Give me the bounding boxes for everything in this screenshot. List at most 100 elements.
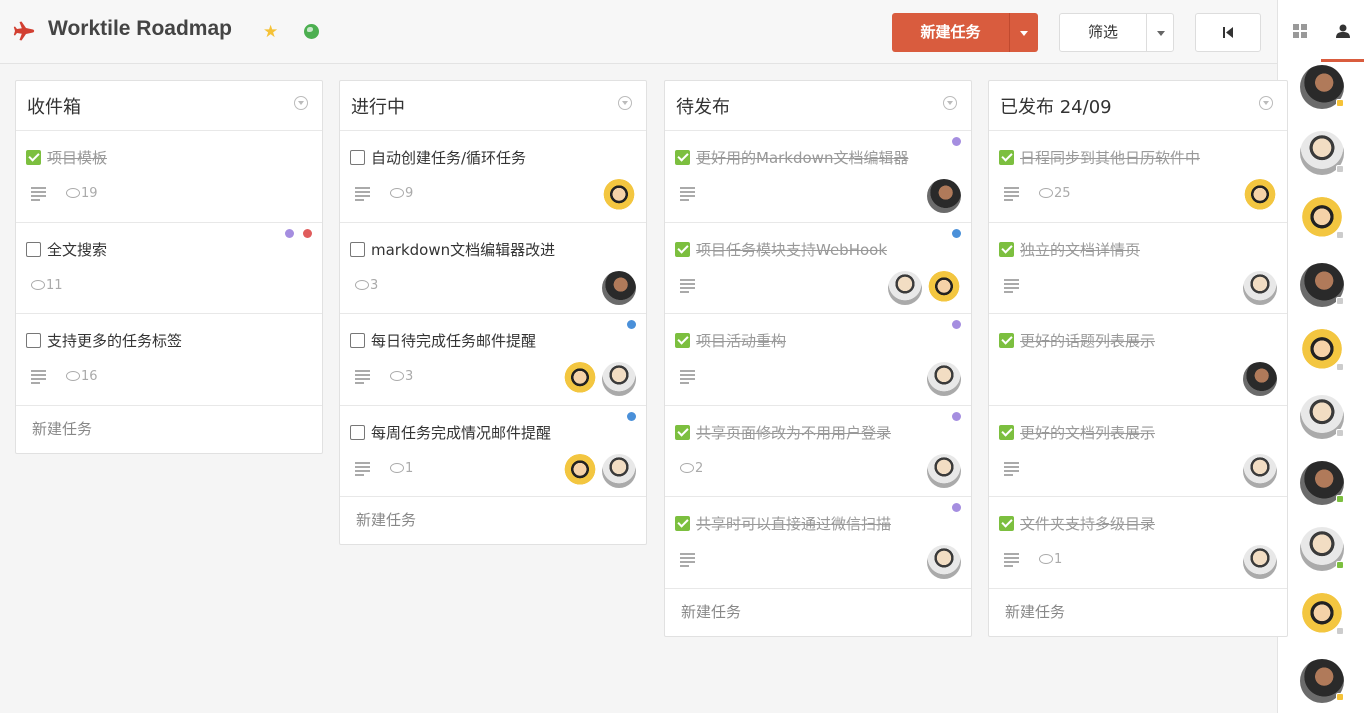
task-card[interactable]: 共享页面修改为不用用户登录 2 <box>665 405 971 497</box>
tab-members[interactable] <box>1321 0 1364 62</box>
task-title[interactable]: 文件夹支持多级目录 <box>1020 513 1155 534</box>
task-title[interactable]: 项目任务模块支持WebHook <box>696 239 887 260</box>
collapse-panel-button[interactable] <box>1195 13 1261 52</box>
assignee-avatar[interactable] <box>1243 545 1277 579</box>
task-title[interactable]: 更好的文档列表展示 <box>1020 422 1155 443</box>
globe-icon[interactable] <box>304 24 319 39</box>
task-card[interactable]: 自动创建任务/循环任务 9 <box>340 131 646 223</box>
task-title[interactable]: 共享时可以直接通过微信扫描 <box>696 513 891 534</box>
add-task-button[interactable]: 新建任务 <box>989 589 1287 636</box>
assignee-avatar[interactable] <box>888 270 922 305</box>
comment-count: 1 <box>1039 552 1062 567</box>
filter-button[interactable]: 筛选 <box>1059 13 1174 52</box>
task-checkbox[interactable] <box>675 150 690 165</box>
column-menu-icon[interactable] <box>294 96 308 110</box>
member-avatar[interactable] <box>1300 131 1344 175</box>
assignee-avatar[interactable] <box>927 453 961 488</box>
task-title[interactable]: 共享页面修改为不用用户登录 <box>696 422 891 443</box>
task-card[interactable]: 更好的话题列表展示 <box>989 314 1287 406</box>
task-card[interactable]: 文件夹支持多级目录 1 <box>989 497 1287 589</box>
task-checkbox[interactable] <box>675 516 690 531</box>
task-checkbox[interactable] <box>999 333 1014 348</box>
assignee-avatar[interactable] <box>927 545 961 579</box>
task-checkbox[interactable] <box>350 241 365 257</box>
assignee-avatar[interactable] <box>563 453 597 488</box>
add-task-button[interactable]: 新建任务 <box>665 589 971 636</box>
task-checkbox[interactable] <box>350 424 365 440</box>
member-avatar[interactable] <box>1300 593 1344 637</box>
add-task-button[interactable]: 新建任务 <box>16 406 322 453</box>
task-title[interactable]: 更好的话题列表展示 <box>1020 330 1155 351</box>
task-card[interactable]: 全文搜索 11 <box>16 222 322 314</box>
assignee-avatar[interactable] <box>602 270 636 305</box>
task-checkbox[interactable] <box>999 516 1014 531</box>
assignee-avatar[interactable] <box>1243 270 1277 305</box>
member-avatar[interactable] <box>1300 659 1344 703</box>
task-card[interactable]: 更好用的Markdown文档编辑器 <box>665 131 971 223</box>
member-avatar[interactable] <box>1300 461 1344 505</box>
task-title[interactable]: 每日待完成任务邮件提醒 <box>371 330 536 351</box>
task-card[interactable]: markdown文档编辑器改进 3 <box>340 222 646 314</box>
column-menu-icon[interactable] <box>618 96 632 110</box>
task-card[interactable]: 项目活动重构 <box>665 314 971 406</box>
task-checkbox[interactable] <box>999 424 1014 440</box>
assignee-avatar[interactable] <box>927 362 961 396</box>
task-card[interactable]: 每周任务完成情况邮件提醒 1 <box>340 405 646 497</box>
new-task-dropdown[interactable] <box>1010 13 1038 52</box>
assignee-avatar[interactable] <box>1243 362 1277 396</box>
task-checkbox[interactable] <box>675 333 690 348</box>
task-card[interactable]: 日程同步到其他日历软件中 25 <box>989 131 1287 223</box>
task-card[interactable]: 项目任务模块支持WebHook <box>665 222 971 314</box>
member-avatar[interactable] <box>1300 197 1344 241</box>
task-card[interactable]: 每日待完成任务邮件提醒 3 <box>340 314 646 406</box>
member-avatar[interactable] <box>1300 65 1344 109</box>
new-task-label[interactable]: 新建任务 <box>892 13 1009 52</box>
member-avatar[interactable] <box>1300 527 1344 571</box>
task-checkbox[interactable] <box>26 241 41 257</box>
task-title[interactable]: 每周任务完成情况邮件提醒 <box>371 422 551 443</box>
assignee-avatar[interactable] <box>563 362 597 396</box>
task-card[interactable]: 独立的文档详情页 <box>989 222 1287 314</box>
add-task-button[interactable]: 新建任务 <box>340 497 646 544</box>
assignee-avatar[interactable] <box>602 362 636 396</box>
assignee-avatar[interactable] <box>602 179 636 213</box>
task-card[interactable]: 支持更多的任务标签 16 <box>16 314 322 406</box>
task-card[interactable]: 共享时可以直接通过微信扫描 <box>665 497 971 589</box>
assignee-avatar[interactable] <box>927 270 961 305</box>
star-icon[interactable]: ★ <box>263 22 278 42</box>
filter-label[interactable]: 筛选 <box>1060 14 1146 51</box>
column-menu-icon[interactable] <box>1259 96 1273 110</box>
task-title[interactable]: 更好用的Markdown文档编辑器 <box>696 147 908 168</box>
task-checkbox[interactable] <box>350 333 365 348</box>
task-title[interactable]: 项目模板 <box>47 147 107 168</box>
assignee-avatar[interactable] <box>1243 453 1277 488</box>
member-avatar[interactable] <box>1300 395 1344 439</box>
task-checkbox[interactable] <box>675 241 690 257</box>
presence-status <box>1336 693 1344 701</box>
comment-count-value: 16 <box>81 369 98 384</box>
task-title[interactable]: 项目活动重构 <box>696 330 786 351</box>
task-title[interactable]: 日程同步到其他日历软件中 <box>1020 147 1200 168</box>
task-checkbox[interactable] <box>26 333 41 348</box>
task-checkbox[interactable] <box>350 150 365 165</box>
task-title[interactable]: markdown文档编辑器改进 <box>371 239 555 260</box>
member-avatar[interactable] <box>1300 329 1344 373</box>
column-menu-icon[interactable] <box>943 96 957 110</box>
task-card[interactable]: 更好的文档列表展示 <box>989 405 1287 497</box>
task-checkbox[interactable] <box>675 424 690 440</box>
member-avatar[interactable] <box>1300 263 1344 307</box>
assignee-avatar[interactable] <box>927 179 961 213</box>
tab-grid-view[interactable] <box>1278 0 1321 62</box>
task-title[interactable]: 支持更多的任务标签 <box>47 330 182 351</box>
assignee-avatar[interactable] <box>602 453 636 488</box>
task-title[interactable]: 全文搜索 <box>47 239 107 260</box>
task-title[interactable]: 自动创建任务/循环任务 <box>371 147 526 168</box>
task-checkbox[interactable] <box>999 150 1014 165</box>
new-task-button[interactable]: 新建任务 <box>892 13 1038 52</box>
assignee-avatar[interactable] <box>1243 179 1277 213</box>
filter-dropdown[interactable] <box>1147 14 1174 51</box>
task-checkbox[interactable] <box>26 150 41 165</box>
task-checkbox[interactable] <box>999 241 1014 257</box>
task-title[interactable]: 独立的文档详情页 <box>1020 239 1140 260</box>
task-card[interactable]: 项目模板 19 <box>16 131 322 223</box>
